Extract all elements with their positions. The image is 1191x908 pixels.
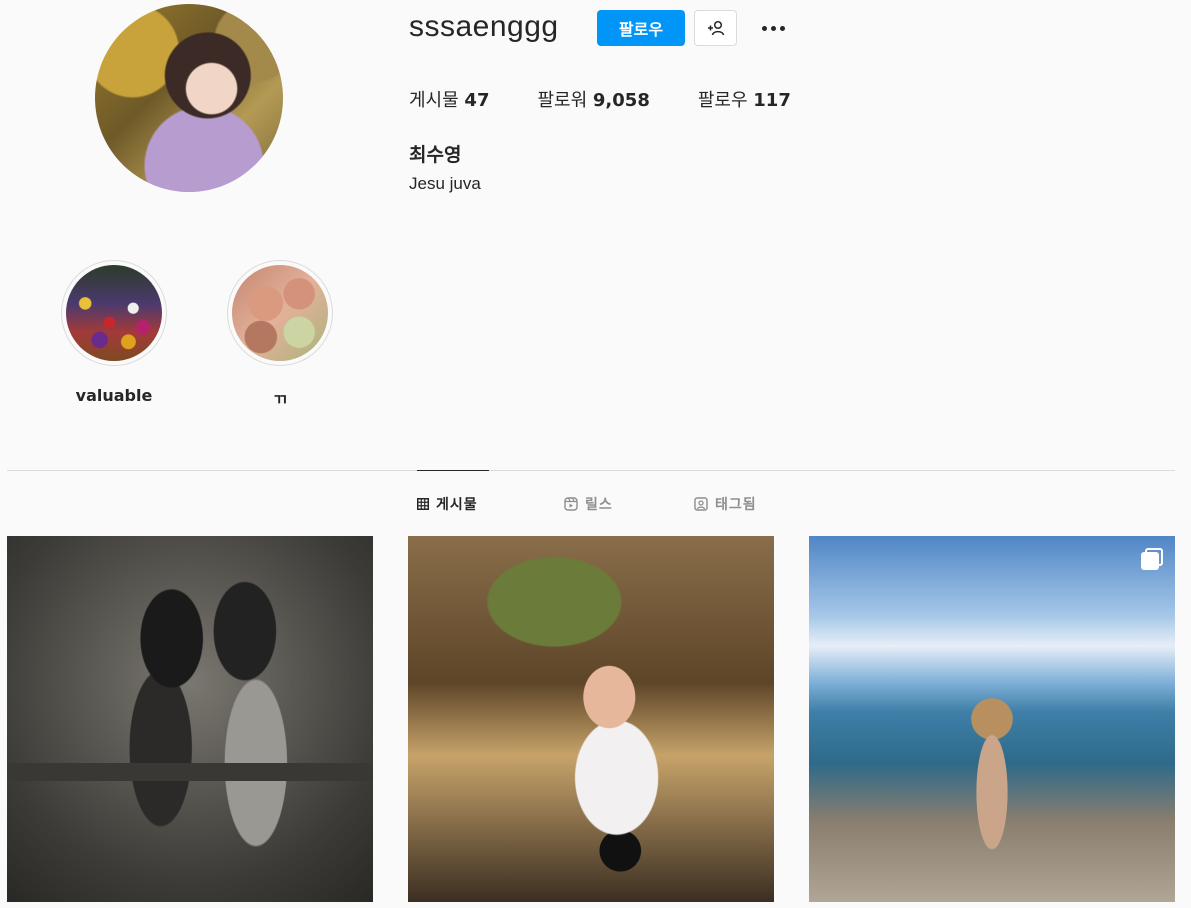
- post-thumbnail[interactable]: [809, 536, 1175, 902]
- followers-count-value: 9,058: [592, 90, 650, 111]
- add-person-icon: [707, 20, 724, 36]
- tabs-divider: [7, 470, 1175, 471]
- followers-count-label: 팔로워: [537, 90, 588, 111]
- highlight-label: valuable: [75, 386, 153, 405]
- tab-reels-label: 릴스: [585, 497, 613, 513]
- tab-tagged-label: 태그됨: [715, 497, 757, 513]
- profile-stats: 게시물 47 팔로워 9,058 팔로우 117: [409, 86, 839, 112]
- carousel-icon: [1141, 548, 1163, 570]
- post-thumbnail[interactable]: [7, 536, 373, 902]
- tab-reels[interactable]: 릴스: [564, 494, 613, 514]
- story-highlight[interactable]: ㄲ: [227, 260, 333, 410]
- post-thumbnail[interactable]: [408, 536, 774, 902]
- following-count-value: 117: [753, 90, 791, 111]
- active-tab-indicator: [417, 470, 489, 471]
- reels-icon: [564, 497, 578, 511]
- profile-full-name: 최수영: [409, 144, 462, 166]
- profile-username: sssaenggg: [409, 10, 559, 43]
- tagged-icon: [694, 497, 708, 511]
- profile-bio: Jesu juva: [409, 174, 481, 193]
- posts-count[interactable]: 게시물 47: [409, 86, 489, 112]
- highlight-thumbnail: [232, 265, 328, 361]
- follow-button[interactable]: 팔로우: [597, 10, 685, 46]
- more-options-icon[interactable]: [755, 14, 791, 42]
- followers-count[interactable]: 팔로워 9,058: [537, 86, 649, 112]
- highlight-thumbnail: [66, 265, 162, 361]
- highlight-ring: [61, 260, 167, 366]
- highlight-ring: [227, 260, 333, 366]
- tab-tagged[interactable]: 태그됨: [694, 494, 757, 514]
- following-count-label: 팔로우: [697, 90, 748, 111]
- posts-count-label: 게시물: [409, 90, 459, 111]
- highlight-label: ㄲ: [272, 390, 288, 409]
- story-highlight[interactable]: valuable: [61, 260, 167, 405]
- following-count[interactable]: 팔로우 117: [698, 86, 791, 112]
- tab-posts-label: 게시물: [436, 497, 478, 513]
- posts-count-value: 47: [464, 90, 490, 111]
- profile-avatar[interactable]: [95, 4, 283, 192]
- tab-posts[interactable]: 게시물: [417, 494, 478, 514]
- grid-icon: [417, 498, 429, 510]
- suggest-accounts-button[interactable]: [694, 10, 737, 46]
